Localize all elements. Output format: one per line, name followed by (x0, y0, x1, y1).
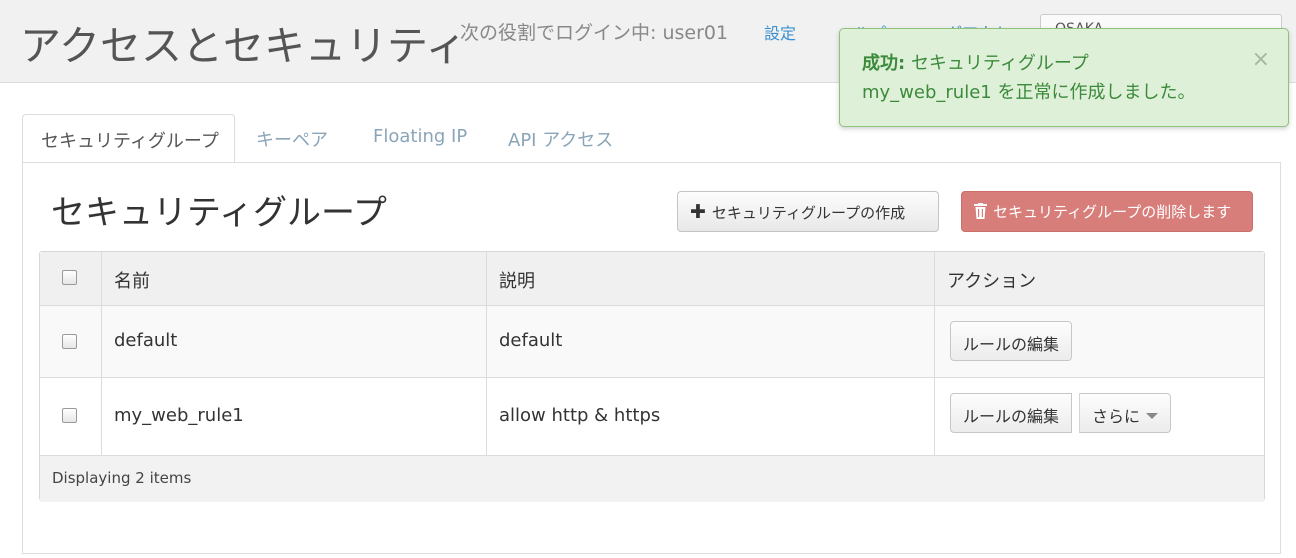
row-name: my_web_rule1 (114, 405, 244, 426)
plus-icon: ✚ (690, 201, 706, 223)
table-header-row: 名前 説明 アクション (40, 252, 1264, 306)
header-actions-cell: アクション (935, 252, 1266, 305)
toast-object-name: my_web_rule1 (862, 82, 992, 103)
column-header-actions: アクション (947, 271, 1037, 292)
toast-line-2: my_web_rule1 を正常に作成しました。 (862, 78, 1266, 107)
toast-object-type: セキュリティグループ (910, 53, 1089, 74)
security-groups-panel: セキュリティグループ ✚ セキュリティグループの作成 セキュリティグループの削除し… (22, 162, 1281, 554)
edit-rules-button[interactable]: ルールの編集 (950, 393, 1073, 433)
row-description-cell: allow http & https (487, 378, 935, 455)
column-header-description[interactable]: 説明 (499, 267, 535, 293)
row-name-cell: default (102, 306, 487, 377)
table-footer: Displaying 2 items (40, 456, 1264, 502)
security-groups-table: 名前 説明 アクション default default ルールの編集 my_we… (39, 251, 1265, 502)
tab-api-access[interactable]: API アクセス (490, 114, 631, 163)
row-checkbox[interactable] (62, 334, 77, 349)
create-security-group-button[interactable]: ✚ セキュリティグループの作成 (677, 191, 939, 232)
settings-link[interactable]: 設定 (764, 20, 796, 44)
close-icon[interactable]: × (1252, 45, 1270, 74)
delete-security-groups-button[interactable]: セキュリティグループの削除します (961, 191, 1253, 232)
more-actions-label: さらに (1092, 407, 1141, 426)
login-info: 次の役割でログイン中: user01 (460, 22, 729, 44)
table-row: my_web_rule1 allow http & https ルールの編集 さ… (40, 378, 1264, 456)
toast-line-1: 成功: セキュリティグループ (862, 49, 1266, 78)
row-name: default (114, 330, 178, 351)
trash-icon (974, 203, 987, 219)
row-select-cell (40, 378, 102, 455)
more-actions-dropdown[interactable]: さらに (1079, 393, 1172, 433)
row-description: allow http & https (499, 405, 661, 426)
chevron-down-icon (1146, 413, 1159, 419)
header-description-cell: 説明 (487, 252, 935, 305)
row-actions-cell: ルールの編集 さらに (935, 378, 1266, 455)
row-checkbox[interactable] (62, 408, 77, 423)
row-name-cell: my_web_rule1 (102, 378, 487, 455)
row-description-cell: default (487, 306, 935, 377)
edit-rules-button[interactable]: ルールの編集 (950, 321, 1073, 361)
tab-security-groups[interactable]: セキュリティグループ (22, 114, 235, 163)
tab-key-pairs[interactable]: キーペア (238, 114, 346, 163)
delete-button-label: セキュリティグループの削除します (993, 203, 1232, 221)
success-toast: × 成功: セキュリティグループ my_web_rule1 を正常に作成しました… (839, 28, 1289, 127)
section-title: セキュリティグループ (51, 193, 387, 233)
row-actions-cell: ルールの編集 (935, 306, 1266, 377)
column-header-name[interactable]: 名前 (114, 267, 150, 293)
tab-floating-ip[interactable]: Floating IP (355, 114, 485, 163)
row-select-cell (40, 306, 102, 377)
row-description: default (499, 330, 563, 351)
table-row: default default ルールの編集 (40, 306, 1264, 378)
header-select-cell (40, 252, 102, 305)
toast-message: を正常に作成しました。 (997, 82, 1196, 103)
select-all-checkbox[interactable] (62, 270, 77, 285)
header-name-cell: 名前 (102, 252, 487, 305)
page-title: アクセスとセキュリティ (20, 22, 467, 70)
toast-prefix: 成功: (862, 53, 906, 74)
create-button-label: セキュリティグループの作成 (711, 204, 906, 222)
